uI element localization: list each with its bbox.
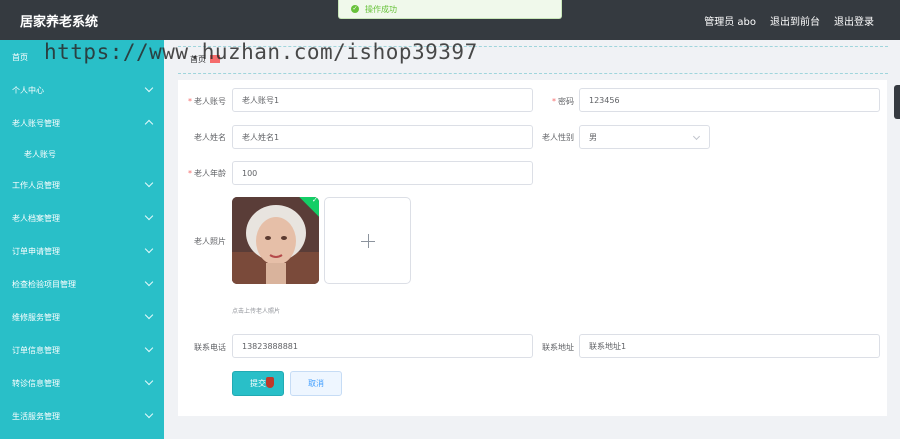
phone-input[interactable]: 13823888881 — [232, 334, 533, 358]
gender-select[interactable]: 男 — [579, 125, 710, 149]
check-icon: ✓ — [312, 197, 318, 204]
account-input[interactable]: 老人账号1 — [232, 88, 533, 112]
password-input[interactable]: 123456 — [579, 88, 880, 112]
chevron-down-icon — [144, 277, 154, 287]
chevron-down-icon — [692, 132, 701, 141]
sidebar-subitem-elder-account[interactable]: 老人账号 — [0, 142, 164, 166]
divider — [178, 73, 888, 74]
chevron-down-icon — [144, 211, 154, 221]
age-input[interactable]: 100 — [232, 161, 533, 185]
sidebar-item-label: 老人账号 — [24, 149, 56, 159]
chevron-up-icon — [144, 119, 154, 129]
submit-button[interactable]: 提交 — [232, 371, 284, 396]
sidebar-item-label: 个人中心 — [12, 85, 44, 95]
sidebar-item-label: 老人档案管理 — [12, 213, 60, 223]
cancel-button[interactable]: 取消 — [290, 371, 342, 396]
chevron-down-icon — [144, 376, 154, 386]
success-toast: ✓ 操作成功 — [338, 0, 562, 19]
sidebar-item-label: 老人账号管理 — [12, 118, 60, 128]
sidebar-item-label: 订单信息管理 — [12, 345, 60, 355]
sidebar-item-elder-archive-mgmt[interactable]: 老人档案管理 — [0, 206, 164, 230]
success-check-icon: ✓ — [351, 5, 359, 13]
gender-selected-value: 男 — [589, 132, 597, 142]
elder-portrait-image — [232, 197, 319, 284]
logout-link[interactable]: 退出登录 — [834, 13, 874, 28]
phone-label: 联系电话 — [194, 343, 226, 352]
sidebar-item-personal-center[interactable]: 个人中心 — [0, 78, 164, 102]
chevron-down-icon — [144, 409, 154, 419]
address-label: 联系地址 — [542, 343, 574, 352]
chevron-down-icon — [144, 178, 154, 188]
sidebar-item-label: 生活服务管理 — [12, 411, 60, 421]
user-label: 管理员 abo — [704, 17, 756, 28]
sidebar-item-label: 首页 — [12, 52, 28, 62]
app-title: 居家养老系统 — [20, 15, 99, 30]
mouse-cursor-icon — [266, 377, 274, 388]
toast-message: 操作成功 — [365, 4, 397, 14]
exit-frontend-link[interactable]: 退出到前台 — [770, 13, 820, 28]
sidebar-item-elder-account-mgmt[interactable]: 老人账号管理 — [0, 111, 164, 135]
upload-hint: 点击上传老人照片 — [232, 308, 281, 315]
top-actions: 管理员 abo 退出到前台 退出登录 — [704, 13, 900, 28]
required-asterisk: * — [188, 97, 192, 106]
chevron-down-icon — [144, 310, 154, 320]
sidebar: 首页 个人中心 老人账号管理 老人账号 工作人员管理 老人档案管理 订单申请管理… — [0, 40, 164, 439]
age-label: * 老人年龄 — [188, 169, 226, 178]
sidebar-item-label: 工作人员管理 — [12, 180, 60, 190]
sidebar-item-staff-mgmt[interactable]: 工作人员管理 — [0, 173, 164, 197]
password-label: * 密码 — [552, 97, 574, 106]
photo-label: 老人照片 — [194, 237, 226, 246]
side-drawer-handle[interactable] — [894, 85, 900, 119]
sidebar-item-label: 检查检验项目管理 — [12, 279, 76, 289]
name-input[interactable]: 老人姓名1 — [232, 125, 533, 149]
watermark-text: https://www.huzhan.com/ishop39397 — [44, 40, 478, 64]
sidebar-item-order-request-mgmt[interactable]: 订单申请管理 — [0, 239, 164, 263]
sidebar-item-order-info-mgmt[interactable]: 订单信息管理 — [0, 338, 164, 362]
account-label: * 老人账号 — [188, 97, 226, 106]
sidebar-item-life-service-mgmt[interactable]: 生活服务管理 — [0, 404, 164, 428]
sidebar-item-inspection-mgmt[interactable]: 检查检验项目管理 — [0, 272, 164, 296]
required-asterisk: * — [188, 169, 192, 178]
upload-plus-button[interactable] — [324, 197, 411, 284]
address-input[interactable]: 联系地址1 — [579, 334, 880, 358]
uploaded-photo[interactable]: ✓ — [232, 197, 319, 284]
sidebar-item-label: 维修服务管理 — [12, 312, 60, 322]
chevron-down-icon — [144, 244, 154, 254]
sidebar-item-repair-service-mgmt[interactable]: 维修服务管理 — [0, 305, 164, 329]
name-label: 老人姓名 — [194, 133, 226, 142]
sidebar-item-label: 订单申请管理 — [12, 246, 60, 256]
gender-label: 老人性别 — [542, 133, 574, 142]
sidebar-item-referral-mgmt[interactable]: 转诊信息管理 — [0, 371, 164, 395]
chevron-down-icon — [144, 83, 154, 93]
sidebar-item-label: 转诊信息管理 — [12, 378, 60, 388]
required-asterisk: * — [552, 97, 556, 106]
chevron-down-icon — [144, 343, 154, 353]
